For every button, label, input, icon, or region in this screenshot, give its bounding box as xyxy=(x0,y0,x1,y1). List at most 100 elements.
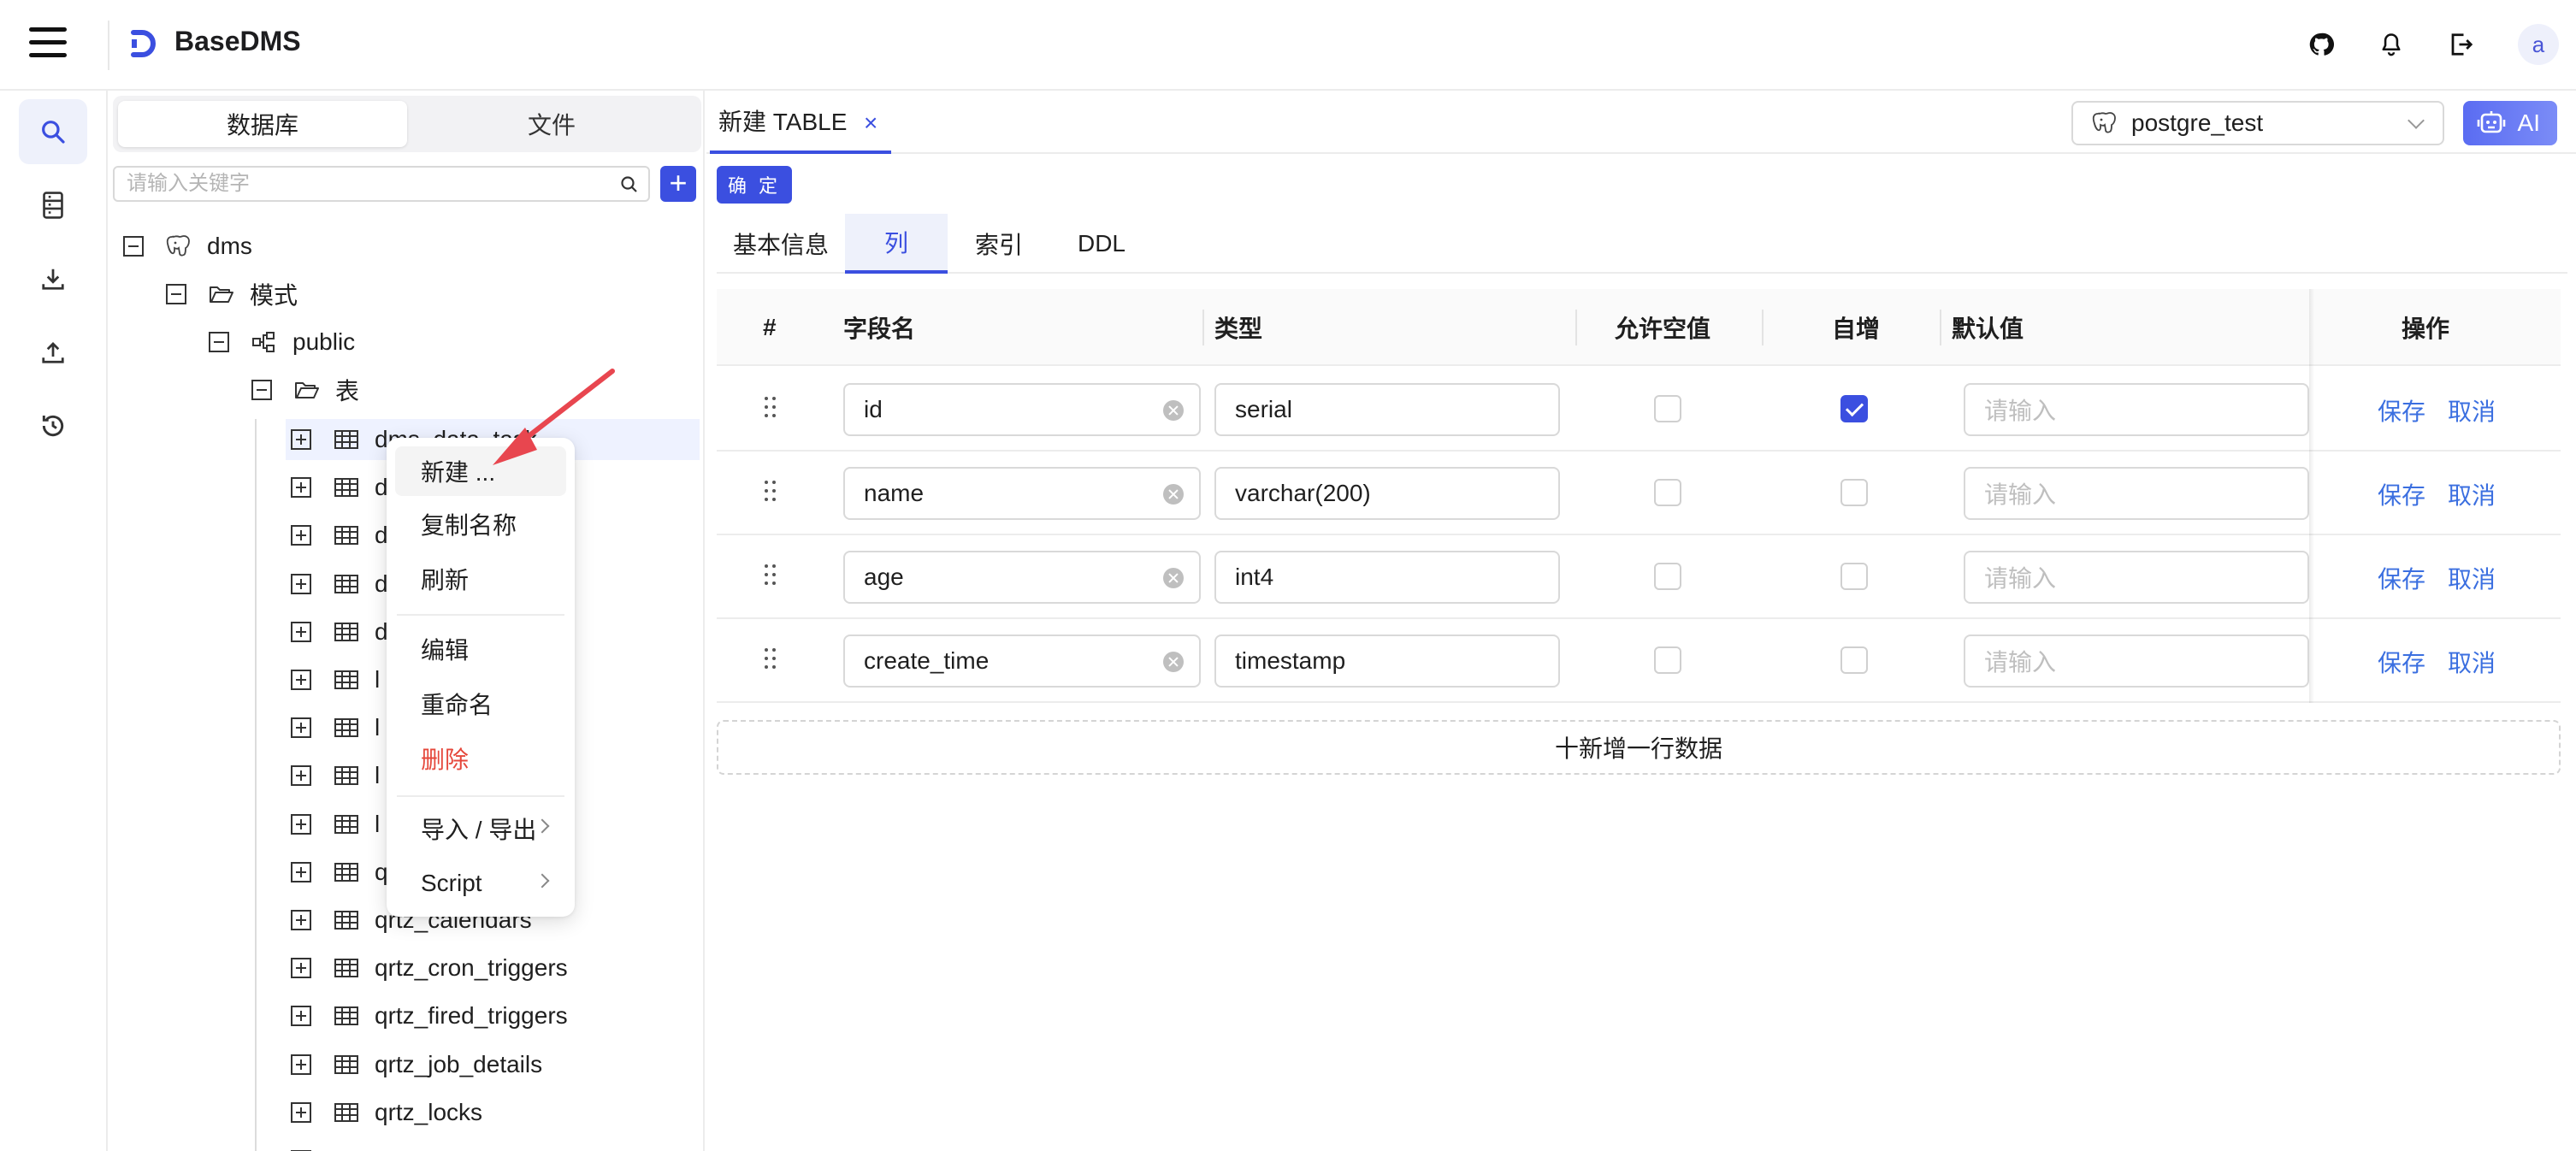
expand-icon[interactable] xyxy=(291,429,311,450)
confirm-button[interactable]: 确 定 xyxy=(717,166,792,204)
tree-node-table[interactable]: d xyxy=(286,564,388,605)
expand-icon[interactable] xyxy=(291,1054,311,1075)
cancel-link[interactable]: 取消 xyxy=(2448,561,2496,595)
drag-handle-icon[interactable] xyxy=(765,481,778,503)
expand-icon[interactable] xyxy=(291,765,311,787)
tree-node-db[interactable]: dms xyxy=(123,226,252,267)
user-avatar[interactable]: a xyxy=(2518,24,2559,65)
expand-icon[interactable] xyxy=(291,525,311,546)
menu-item-delete[interactable]: 删除 xyxy=(395,734,566,783)
column-type-input[interactable]: int4 xyxy=(1214,551,1560,604)
close-icon[interactable]: × xyxy=(864,109,877,137)
expand-icon[interactable] xyxy=(291,1006,311,1027)
autoinc-checkbox[interactable] xyxy=(1840,479,1868,506)
save-link[interactable]: 保存 xyxy=(2378,477,2425,511)
expand-icon[interactable] xyxy=(291,573,311,594)
tree-node-table[interactable]: l xyxy=(286,755,380,796)
default-value-input[interactable]: 请输入 xyxy=(1964,467,2309,520)
download-icon[interactable] xyxy=(19,246,87,311)
tree-node-table[interactable]: qrtz_locks xyxy=(286,1092,482,1133)
autoinc-checkbox[interactable] xyxy=(1840,395,1868,422)
expand-icon[interactable] xyxy=(291,670,311,690)
tree-node-tables[interactable]: 表 xyxy=(251,369,359,410)
bell-icon[interactable] xyxy=(2371,24,2412,65)
tree-node-table[interactable]: l xyxy=(286,659,380,700)
search-icon[interactable] xyxy=(19,99,87,164)
add-row-button[interactable]: 十新增一行数据 xyxy=(717,720,2561,775)
tree-node-table[interactable]: d xyxy=(286,515,388,556)
nullable-checkbox[interactable] xyxy=(1654,563,1681,590)
drag-handle-icon[interactable] xyxy=(765,564,778,587)
logout-icon[interactable] xyxy=(2441,24,2482,65)
column-type-input[interactable]: timestamp xyxy=(1214,635,1560,688)
nullable-checkbox[interactable] xyxy=(1654,479,1681,506)
tab-basic-info[interactable]: 基本信息 xyxy=(717,214,845,274)
expand-icon[interactable] xyxy=(291,861,311,882)
add-connection-button[interactable]: + xyxy=(660,166,696,202)
tree-node-table[interactable]: l xyxy=(286,804,380,845)
clear-icon[interactable] xyxy=(1163,484,1184,505)
tab-indexes[interactable]: 索引 xyxy=(948,214,1050,274)
tree-node-table[interactable]: qrtz_paused_trigger_grps xyxy=(286,1140,647,1151)
expand-icon[interactable] xyxy=(291,910,311,930)
expand-icon[interactable] xyxy=(291,1101,311,1123)
database-icon[interactable] xyxy=(19,173,87,238)
tree-node-table[interactable]: qrtz_cron_triggers xyxy=(286,947,568,989)
menu-item-rename[interactable]: 重命名 xyxy=(395,679,566,729)
drag-handle-icon[interactable] xyxy=(765,397,778,419)
column-name-input[interactable]: age xyxy=(843,551,1201,604)
autoinc-checkbox[interactable] xyxy=(1840,646,1868,674)
menu-icon[interactable] xyxy=(29,27,67,58)
menu-item-import-export[interactable]: 导入 / 导出 xyxy=(395,804,566,853)
save-link[interactable]: 保存 xyxy=(2378,393,2425,428)
tab-new-table[interactable]: 新建 TABLE × xyxy=(710,91,891,154)
ai-button[interactable]: AI xyxy=(2463,101,2557,145)
expand-icon[interactable] xyxy=(291,477,311,499)
tree-node-schemas[interactable]: 模式 xyxy=(166,274,298,315)
autoinc-checkbox[interactable] xyxy=(1840,563,1868,590)
connection-select[interactable]: postgre_test xyxy=(2071,101,2444,145)
column-name-input[interactable]: name xyxy=(843,467,1201,520)
menu-item-refresh[interactable]: 刷新 xyxy=(395,554,566,604)
tab-database[interactable]: 数据库 xyxy=(118,101,407,147)
tab-ddl[interactable]: DDL xyxy=(1050,214,1153,274)
tree-node-table[interactable]: l xyxy=(286,707,380,748)
drag-handle-icon[interactable] xyxy=(765,648,778,670)
save-link[interactable]: 保存 xyxy=(2378,645,2425,679)
nullable-checkbox[interactable] xyxy=(1654,395,1681,422)
search-icon[interactable] xyxy=(619,174,640,195)
tab-files[interactable]: 文件 xyxy=(407,101,696,147)
save-link[interactable]: 保存 xyxy=(2378,561,2425,595)
column-name-input[interactable]: create_time xyxy=(843,635,1201,688)
default-value-input[interactable]: 请输入 xyxy=(1964,383,2309,436)
tree-search-input[interactable] xyxy=(127,168,606,200)
tab-columns[interactable]: 列 xyxy=(845,214,948,274)
tree-node-table[interactable]: qrtz_job_details xyxy=(286,1044,542,1085)
column-type-input[interactable]: varchar(200) xyxy=(1214,467,1560,520)
cancel-link[interactable]: 取消 xyxy=(2448,645,2496,679)
menu-item-script[interactable]: Script xyxy=(395,859,566,908)
expand-icon[interactable] xyxy=(291,813,311,835)
clear-icon[interactable] xyxy=(1163,652,1184,672)
tree-node-table[interactable]: qrtz_fired_triggers xyxy=(286,995,568,1036)
menu-item-edit[interactable]: 编辑 xyxy=(395,624,566,674)
collapse-icon[interactable] xyxy=(166,284,186,304)
nullable-checkbox[interactable] xyxy=(1654,646,1681,674)
column-type-input[interactable]: serial xyxy=(1214,383,1560,436)
collapse-icon[interactable] xyxy=(209,332,229,352)
tree-node-schema[interactable]: public xyxy=(209,322,355,363)
history-icon[interactable] xyxy=(19,393,87,458)
tree-node-table[interactable]: d xyxy=(286,611,388,652)
collapse-icon[interactable] xyxy=(123,236,144,257)
default-value-input[interactable]: 请输入 xyxy=(1964,551,2309,604)
tree-node-table[interactable]: d xyxy=(286,467,388,508)
github-icon[interactable] xyxy=(2301,24,2342,65)
expand-icon[interactable] xyxy=(291,621,311,642)
clear-icon[interactable] xyxy=(1163,400,1184,421)
collapse-icon[interactable] xyxy=(251,380,272,400)
expand-icon[interactable] xyxy=(291,717,311,739)
expand-icon[interactable] xyxy=(291,958,311,979)
default-value-input[interactable]: 请输入 xyxy=(1964,635,2309,688)
cancel-link[interactable]: 取消 xyxy=(2448,393,2496,428)
clear-icon[interactable] xyxy=(1163,568,1184,588)
